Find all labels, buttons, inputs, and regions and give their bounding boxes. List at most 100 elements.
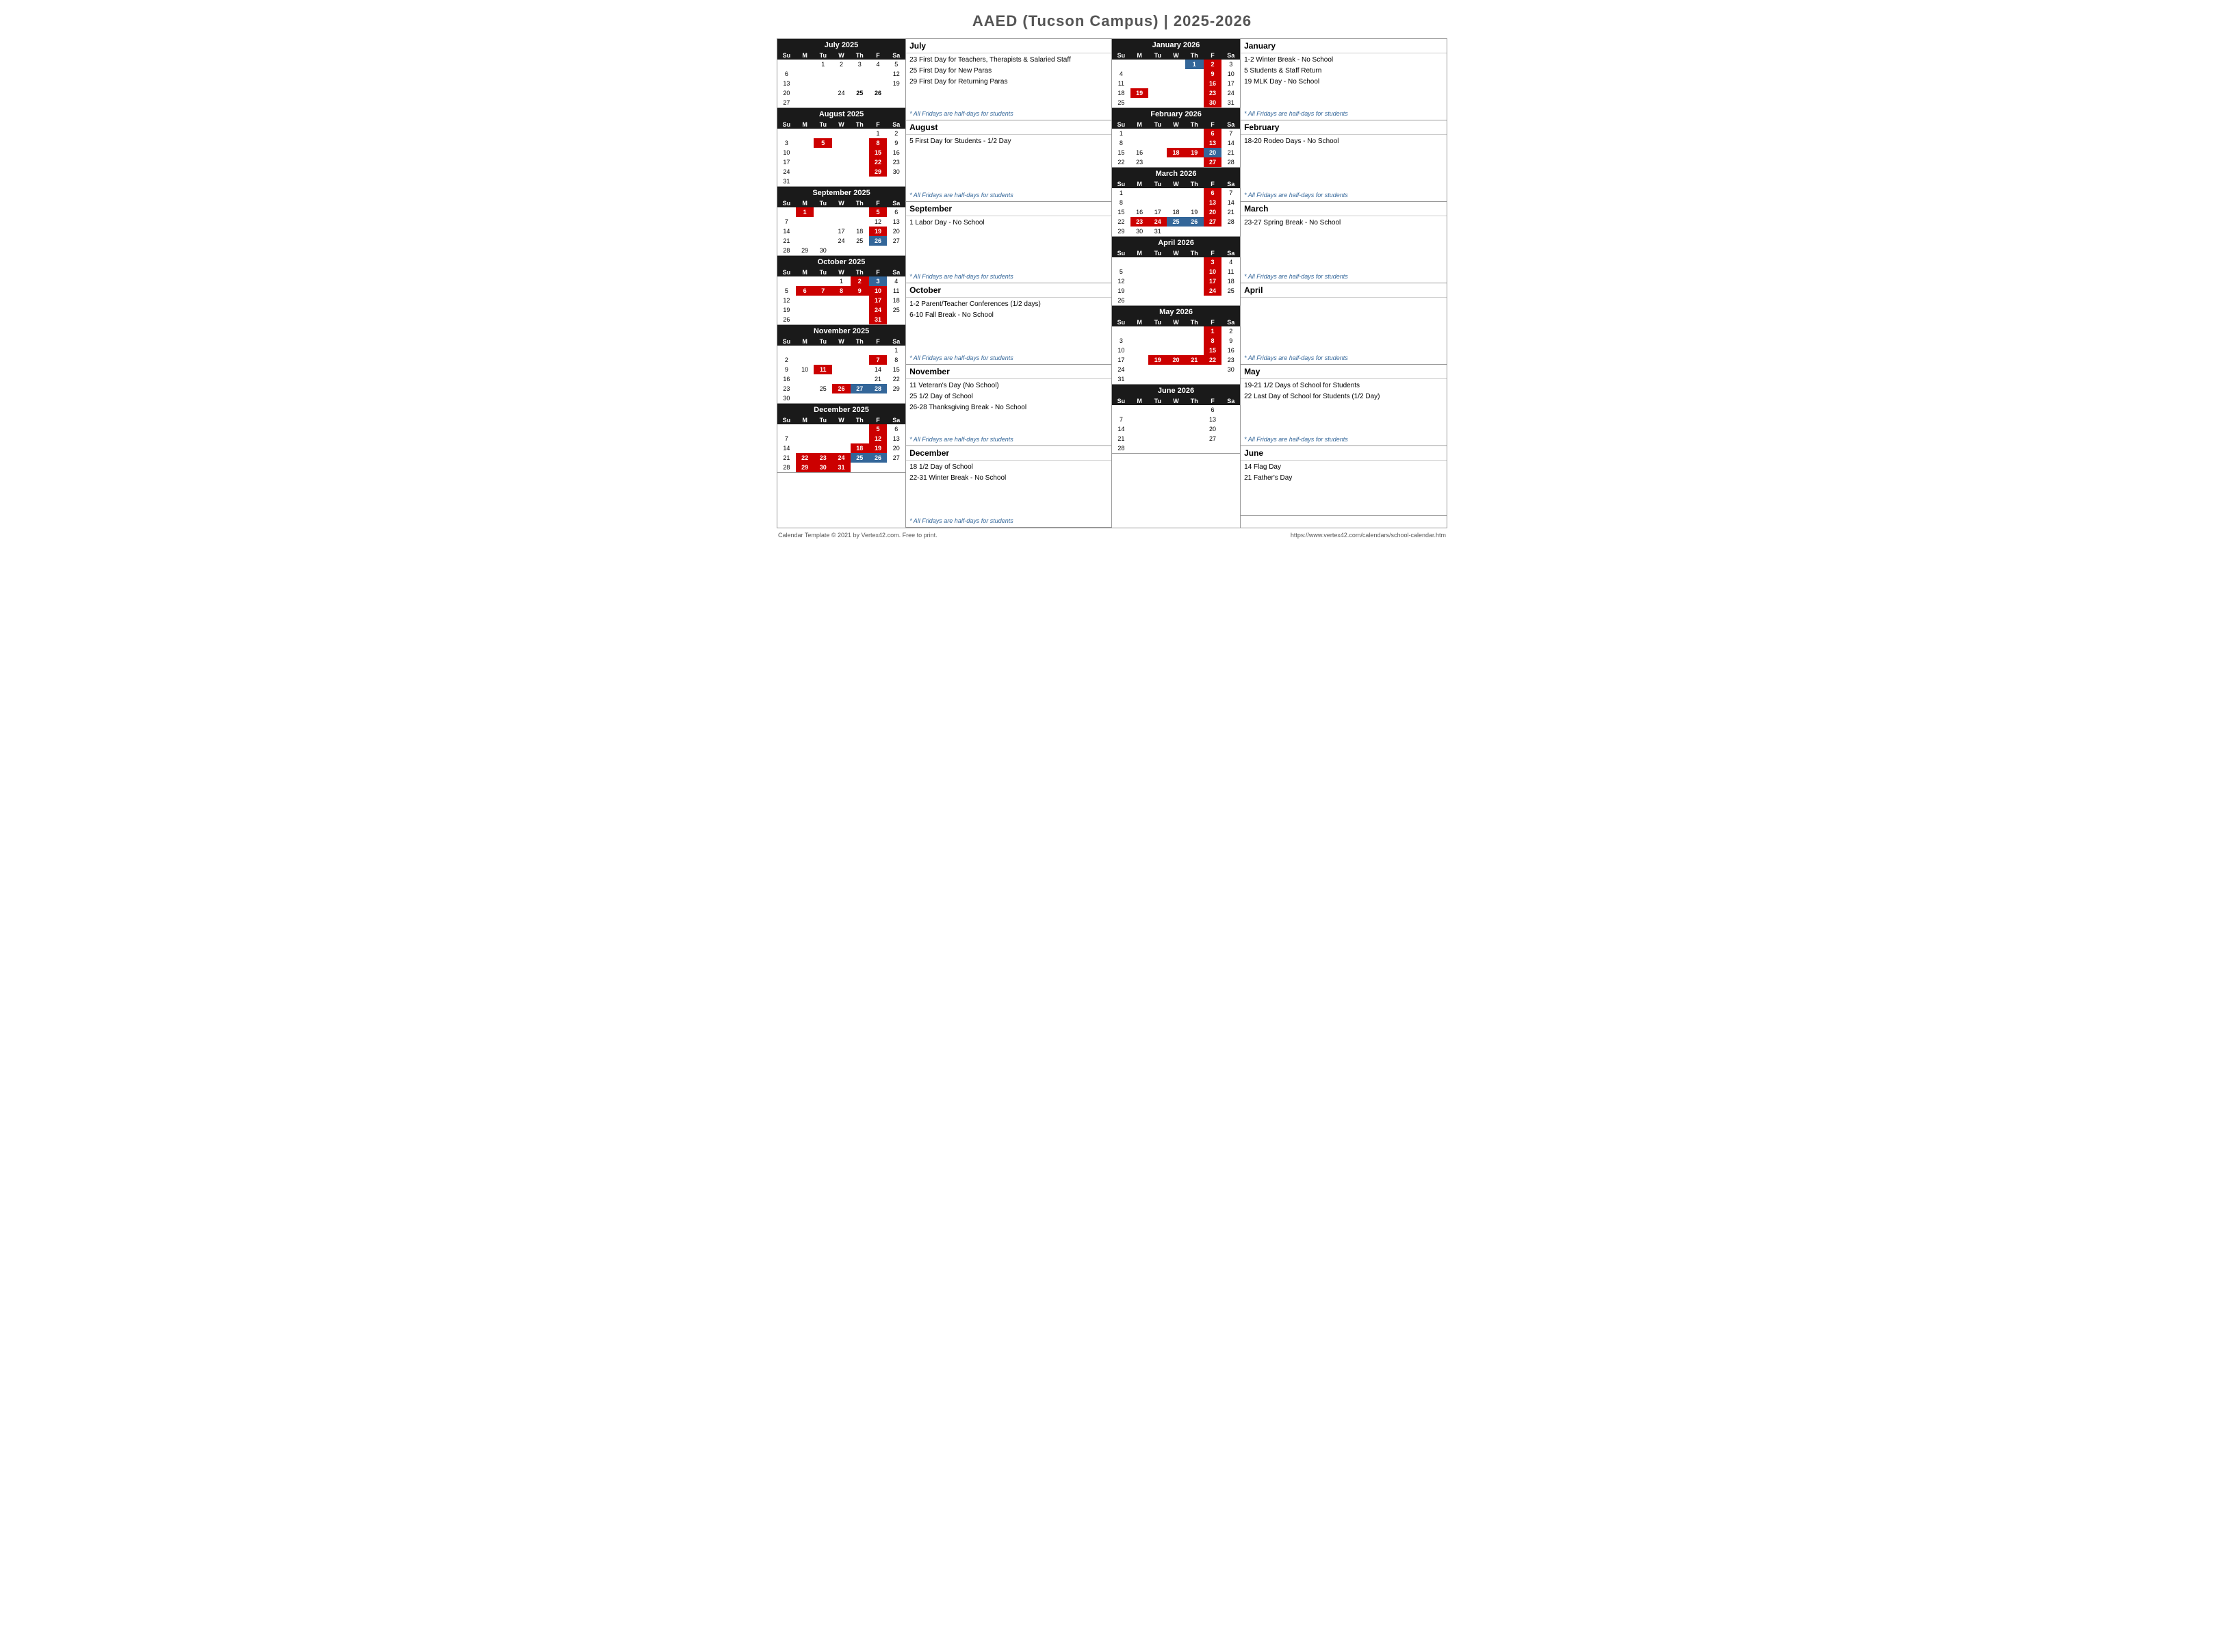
- cal-cell: [1148, 434, 1167, 443]
- cal-cell: 17: [1148, 207, 1167, 217]
- cal-cell: 7: [1112, 415, 1130, 424]
- cal-cell: 18: [887, 296, 905, 305]
- notes-item: 11 Veteran's Day (No School): [909, 381, 1108, 391]
- notes-header: January: [1241, 39, 1447, 53]
- cal-cell: [851, 69, 869, 79]
- cal-cell: 18: [851, 443, 869, 453]
- cal-row: 232526272829: [777, 384, 905, 393]
- cal-cell: 5: [777, 286, 796, 296]
- cal-row: 3589: [777, 138, 905, 148]
- dow-cell: F: [1204, 51, 1222, 60]
- cal-cell: 10: [796, 365, 814, 374]
- cal-cell: 3: [851, 60, 869, 69]
- cal-cell: 1: [1185, 60, 1204, 69]
- dow-cell: Tu: [1148, 180, 1167, 188]
- cal-cell: [1130, 98, 1149, 107]
- cal-cell: [1148, 129, 1167, 138]
- cal-cell: 19: [869, 227, 888, 236]
- cal-cell: 19: [1112, 286, 1130, 296]
- cal-cell: [814, 374, 832, 384]
- cal-row: 192425: [1112, 286, 1240, 296]
- dow-cell: M: [1130, 318, 1149, 326]
- cal-cell: 8: [869, 138, 888, 148]
- cal-cell: [777, 207, 796, 217]
- cal-cell: 8: [832, 286, 851, 296]
- cal-cell: 30: [1221, 365, 1240, 374]
- cal-row: 162122: [777, 374, 905, 384]
- cal-cell: [814, 276, 832, 286]
- month-block-july-2025: July 2025SuMTuWThFSa12345612131920242526…: [777, 39, 905, 108]
- notes-body: 18 1/2 Day of School22-31 Winter Break -…: [906, 461, 1111, 515]
- cal-cell: 25: [1112, 98, 1130, 107]
- cal-cell: [796, 79, 814, 88]
- cal-cell: 2: [832, 60, 851, 69]
- notes-item: 18 1/2 Day of School: [909, 463, 1108, 472]
- cal-cell: 15: [1112, 207, 1130, 217]
- cal-cell: [796, 384, 814, 393]
- cal-row: 242930: [777, 167, 905, 177]
- cal-row: 293031: [1112, 227, 1240, 236]
- cal-cell: 27: [887, 453, 905, 463]
- cal-cell: 3: [869, 276, 888, 286]
- notes-italic: * All Fridays are half-days for students: [906, 190, 1111, 201]
- cal-row: 56: [777, 424, 905, 434]
- footer-left: Calendar Template © 2021 by Vertex42.com…: [778, 532, 938, 539]
- cal-cell: 21: [1221, 207, 1240, 217]
- cal-cell: 23: [777, 384, 796, 393]
- cal-cell: 17: [777, 157, 796, 167]
- dow-cell: Tu: [814, 416, 832, 424]
- cal-cell: [1204, 374, 1222, 384]
- cal-cell: 3: [1204, 257, 1222, 267]
- cal-cell: 31: [869, 315, 888, 324]
- cal-cell: 1: [1112, 188, 1130, 198]
- cal-cell: [1185, 346, 1204, 355]
- cal-cell: 13: [887, 217, 905, 227]
- cal-cell: 15: [1112, 148, 1130, 157]
- cal-cell: [1148, 286, 1167, 296]
- cal-cell: 14: [1112, 424, 1130, 434]
- cal-cell: 26: [869, 88, 888, 98]
- cal-cell: [1167, 227, 1185, 236]
- footer-right: https://www.vertex42.com/calendars/schoo…: [1291, 532, 1446, 539]
- cal-row: 2631: [777, 315, 905, 324]
- cal-cell: [814, 296, 832, 305]
- notes-italic: * All Fridays are half-days for students: [1241, 352, 1447, 364]
- cal-cell: 4: [1221, 257, 1240, 267]
- cal-cell: [814, 443, 832, 453]
- cal-row: 111617: [1112, 79, 1240, 88]
- cal-row: 28: [1112, 443, 1240, 453]
- notes-item: 19-21 1/2 Days of School for Students: [1244, 381, 1443, 391]
- cal-cell: [814, 227, 832, 236]
- cal-cell: 19: [869, 443, 888, 453]
- cal-cell: 21: [777, 453, 796, 463]
- cal-cell: [832, 346, 851, 355]
- cal-row: 27: [777, 98, 905, 107]
- cal-cell: [1130, 267, 1149, 276]
- cal-cell: [1167, 198, 1185, 207]
- cal-cell: [1130, 336, 1149, 346]
- cal-cell: 30: [814, 463, 832, 472]
- cal-cell: 15: [1204, 346, 1222, 355]
- notes-body: 19-21 1/2 Days of School for Students22 …: [1241, 379, 1447, 434]
- cal-cell: 21: [1185, 355, 1204, 365]
- cal-cell: [1167, 346, 1185, 355]
- cal-cell: 17: [832, 227, 851, 236]
- cal-cell: [1148, 326, 1167, 336]
- cal-cell: 5: [887, 60, 905, 69]
- notes-italic: * All Fridays are half-days for students: [906, 434, 1111, 446]
- cal-cell: [832, 138, 851, 148]
- page-title: AAED (Tucson Campus) | 2025-2026: [777, 7, 1447, 38]
- cal-cell: [832, 355, 851, 365]
- notes-block: April* All Fridays are half-days for stu…: [1241, 283, 1447, 365]
- notes-block: February18-20 Rodeo Days - No School* Al…: [1241, 120, 1447, 202]
- cal-cell: [851, 177, 869, 186]
- notes-body: 5 First Day for Students - 1/2 Day: [906, 135, 1111, 190]
- cal-cell: [814, 207, 832, 217]
- cal-cell: [1148, 374, 1167, 384]
- cal-cell: [1167, 98, 1185, 107]
- cal-cell: 30: [814, 246, 832, 255]
- cal-cell: [1148, 148, 1167, 157]
- cal-cell: 5: [869, 207, 888, 217]
- cal-cell: [851, 98, 869, 107]
- cal-cell: [1148, 198, 1167, 207]
